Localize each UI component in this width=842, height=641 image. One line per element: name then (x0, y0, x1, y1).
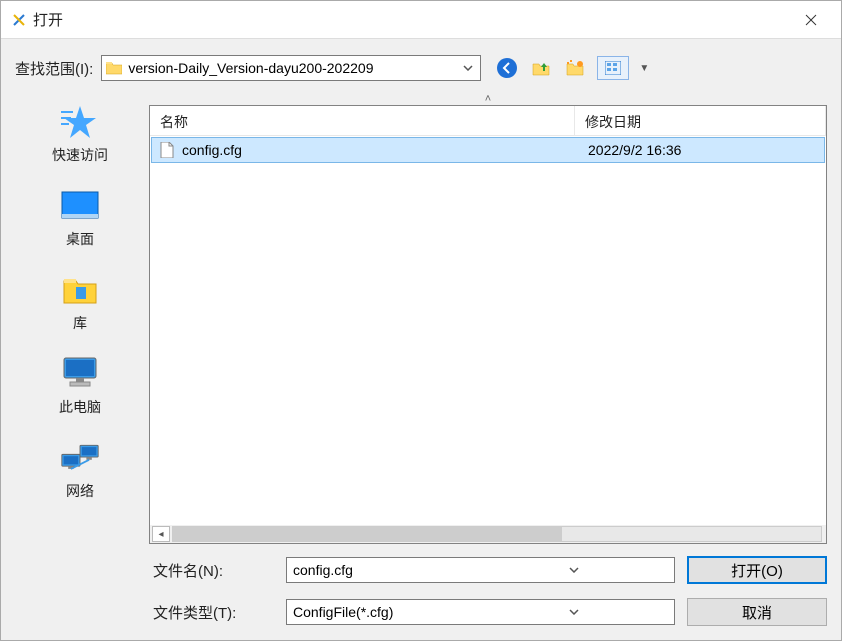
libraries-icon (60, 271, 100, 309)
list-body: config.cfg 2022/9/2 16:36 (150, 136, 826, 525)
middle-area: 快速访问 桌面 (15, 93, 827, 628)
view-icon (605, 61, 621, 75)
chevron-down-icon (481, 604, 669, 620)
back-icon (496, 57, 518, 79)
filetype-value: ConfigFile(*.cfg) (293, 604, 481, 620)
filename-label: 文件名(N): (149, 560, 274, 581)
close-icon (805, 14, 817, 26)
toolbar-buttons: ▼ (495, 56, 649, 80)
folder-icon (106, 61, 122, 75)
filetype-select[interactable]: ConfigFile(*.cfg) (286, 599, 675, 625)
place-desktop[interactable]: 桌面 (60, 187, 100, 249)
place-quick-access[interactable]: 快速访问 (52, 103, 108, 165)
bottom-controls: 文件名(N): config.cfg 打开(O) 文件类型(T): Config… (149, 554, 827, 628)
file-list[interactable]: 名称 修改日期 config.cfg 2022 (149, 105, 827, 544)
place-this-pc[interactable]: 此电脑 (59, 355, 101, 417)
look-in-value: version-Daily_Version-dayu200-202209 (128, 60, 454, 76)
desktop-icon (60, 187, 100, 225)
filetype-label: 文件类型(T): (149, 602, 274, 623)
window-title: 打开 (33, 9, 789, 30)
place-label: 快速访问 (52, 145, 108, 165)
app-icon (11, 12, 27, 28)
filename-value: config.cfg (293, 562, 481, 578)
scroll-left-button[interactable]: ◂ (152, 526, 170, 542)
file-list-area: ˄ 名称 修改日期 (149, 93, 827, 628)
place-label: 网络 (66, 481, 94, 501)
scroll-thumb[interactable] (173, 527, 562, 541)
up-folder-icon (531, 58, 551, 78)
new-folder-button[interactable] (563, 56, 587, 80)
column-name[interactable]: 名称 (150, 106, 575, 135)
file-date: 2022/9/2 16:36 (582, 142, 681, 158)
look-in-combo[interactable]: version-Daily_Version-dayu200-202209 (101, 55, 481, 81)
look-in-label: 查找范围(I): (15, 58, 93, 79)
file-icon (158, 141, 176, 159)
file-row[interactable]: config.cfg 2022/9/2 16:36 (151, 137, 825, 163)
column-date[interactable]: 修改日期 (575, 106, 826, 135)
sort-indicator: ˄ (149, 93, 827, 105)
view-dropdown-arrow[interactable]: ▼ (639, 63, 649, 74)
this-pc-icon (60, 355, 100, 393)
close-button[interactable] (789, 5, 833, 35)
cancel-button[interactable]: 取消 (687, 598, 827, 626)
place-label: 此电脑 (59, 397, 101, 417)
place-libraries[interactable]: 库 (60, 271, 100, 333)
quick-access-icon (60, 103, 100, 141)
place-network[interactable]: 网络 (60, 439, 100, 501)
scroll-track[interactable] (172, 526, 822, 542)
open-button[interactable]: 打开(O) (687, 556, 827, 584)
titlebar: 打开 (1, 1, 841, 39)
dialog-body: 查找范围(I): version-Daily_Version-dayu200-2… (1, 39, 841, 640)
places-sidebar: 快速访问 桌面 (15, 93, 145, 628)
up-button[interactable] (529, 56, 553, 80)
place-label: 库 (73, 313, 87, 333)
chevron-down-icon (481, 562, 669, 578)
network-icon (60, 439, 100, 477)
look-in-row: 查找范围(I): version-Daily_Version-dayu200-2… (15, 49, 827, 87)
open-file-dialog: 打开 查找范围(I): version-Daily_Version-dayu20… (0, 0, 842, 641)
view-button[interactable] (597, 56, 629, 80)
file-name: config.cfg (182, 142, 582, 158)
back-button[interactable] (495, 56, 519, 80)
filename-input[interactable]: config.cfg (286, 557, 675, 583)
chevron-down-icon (460, 60, 476, 76)
new-folder-icon (565, 58, 585, 78)
list-header: 名称 修改日期 (150, 106, 826, 136)
horizontal-scrollbar[interactable]: ◂ (150, 525, 826, 543)
place-label: 桌面 (66, 229, 94, 249)
